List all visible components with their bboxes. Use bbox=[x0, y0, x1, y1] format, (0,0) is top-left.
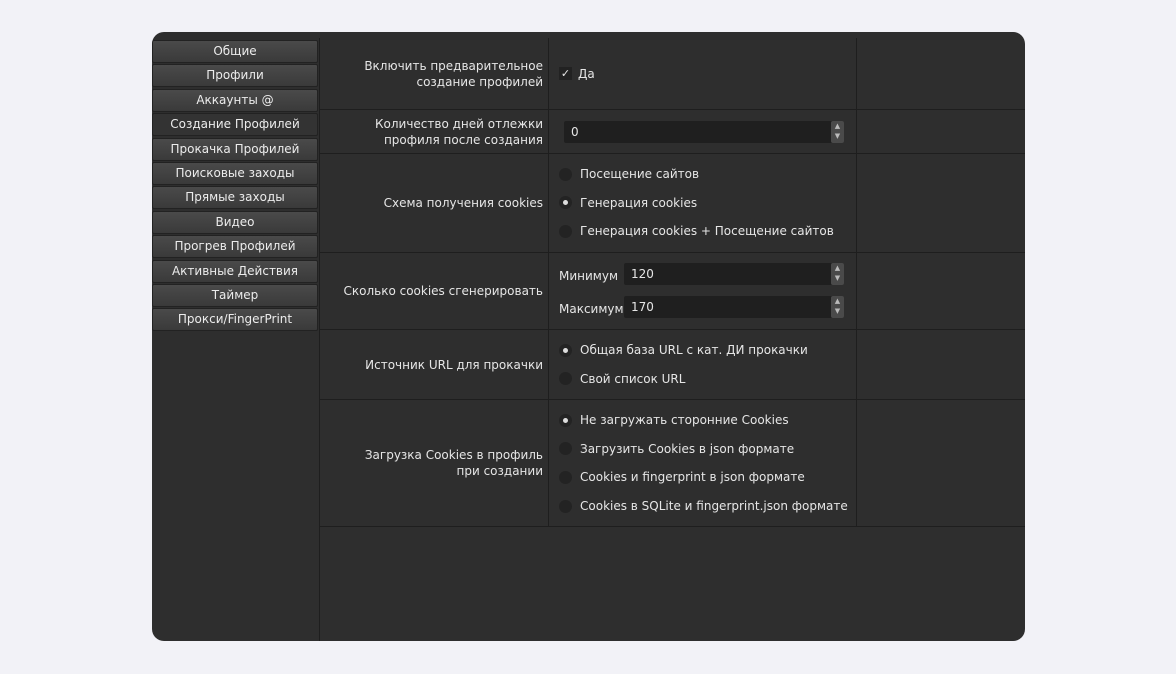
sidebar-item-profile-warmup[interactable]: Прогрев Профилей bbox=[152, 235, 318, 259]
cookie-load-option[interactable]: Cookies в SQLite и fingerprint.json форм… bbox=[559, 492, 856, 521]
radio-icon bbox=[559, 224, 572, 238]
cookie-scheme-label: Схема получения cookies bbox=[320, 154, 549, 252]
sidebar-item-general[interactable]: Общие bbox=[152, 40, 318, 63]
spin-arrows-icon[interactable]: ▲ ▼ bbox=[831, 296, 844, 318]
sidebar-item-profiles[interactable]: Профили bbox=[152, 64, 318, 88]
option-label: Cookies и fingerprint в json формате bbox=[580, 470, 805, 485]
min-label: Минимум bbox=[559, 269, 619, 283]
sidebar-item-accounts[interactable]: Аккаунты @ bbox=[152, 88, 318, 112]
min-spinbox[interactable]: 120 ▲ ▼ bbox=[624, 263, 844, 285]
radio-checked-icon bbox=[559, 196, 572, 210]
option-label: Общая база URL с кат. ДИ прокачки bbox=[580, 343, 808, 358]
pre-create-checkbox-label[interactable]: Да bbox=[578, 67, 595, 81]
cookie-load-option[interactable]: Cookies и fingerprint в json формате bbox=[559, 463, 856, 492]
option-label: Генерация cookies bbox=[580, 195, 698, 210]
settings-grid: Включить предварительное создание профил… bbox=[319, 38, 1025, 641]
cookie-scheme-option[interactable]: Генерация cookies bbox=[559, 189, 856, 218]
sidebar-item-search-visits[interactable]: Поисковые заходы bbox=[152, 161, 318, 185]
cookie-scheme-option[interactable]: Посещение сайтов bbox=[559, 160, 856, 189]
max-spinbox[interactable]: 170 ▲ ▼ bbox=[624, 296, 844, 318]
sidebar-item-proxy-fingerprint[interactable]: Прокси/FingerPrint bbox=[152, 308, 318, 332]
radio-icon bbox=[559, 442, 572, 456]
option-label: Генерация cookies + Посещение сайтов bbox=[580, 224, 834, 239]
row-cookie-count: Сколько cookies сгенерировать Минимум 12… bbox=[320, 253, 1025, 330]
pre-create-label: Включить предварительное создание профил… bbox=[320, 38, 549, 109]
max-value: 170 bbox=[631, 300, 654, 314]
option-label: Не загружать сторонние Cookies bbox=[580, 413, 789, 428]
sidebar-item-timer[interactable]: Таймер bbox=[152, 283, 318, 307]
row-cookie-scheme: Схема получения cookies Посещение сайтов… bbox=[320, 154, 1025, 253]
sidebar-item-profile-creation[interactable]: Создание Профилей bbox=[152, 113, 318, 137]
cookie-count-label: Сколько cookies сгенерировать bbox=[320, 253, 549, 329]
cookie-scheme-option[interactable]: Генерация cookies + Посещение сайтов bbox=[559, 217, 856, 246]
option-label: Посещение сайтов bbox=[580, 167, 700, 182]
radio-icon bbox=[559, 372, 572, 386]
option-label: Свой список URL bbox=[580, 371, 686, 386]
spin-arrows-icon[interactable]: ▲ ▼ bbox=[831, 121, 844, 143]
max-label: Максимум bbox=[559, 302, 624, 316]
row-url-source: Источник URL для прокачки Общая база URL… bbox=[320, 330, 1025, 400]
url-source-label: Источник URL для прокачки bbox=[320, 330, 549, 399]
sidebar-item-video[interactable]: Видео bbox=[152, 210, 318, 234]
radio-icon bbox=[559, 499, 572, 513]
option-label: Cookies в SQLite и fingerprint.json форм… bbox=[580, 499, 848, 514]
cookie-load-option[interactable]: Загрузить Cookies в json формате bbox=[559, 435, 856, 464]
row-rest-days: Количество дней отлежки профиля после со… bbox=[320, 110, 1025, 154]
sidebar-item-active-actions[interactable]: Активные Действия bbox=[152, 259, 318, 283]
radio-checked-icon bbox=[559, 343, 572, 357]
rest-days-spinbox[interactable]: 0 ▲ ▼ bbox=[564, 121, 844, 143]
sidebar-item-direct-visits[interactable]: Прямые заходы bbox=[152, 186, 318, 210]
radio-icon bbox=[559, 167, 572, 181]
min-value: 120 bbox=[631, 267, 654, 281]
url-source-option[interactable]: Свой список URL bbox=[559, 365, 856, 394]
url-source-option[interactable]: Общая база URL с кат. ДИ прокачки bbox=[559, 336, 856, 365]
rest-days-value: 0 bbox=[571, 125, 579, 139]
spin-arrows-icon[interactable]: ▲ ▼ bbox=[831, 263, 844, 285]
cookie-load-option[interactable]: Не загружать сторонние Cookies bbox=[559, 406, 856, 435]
row-cookie-load: Загрузка Cookies в профиль при создании … bbox=[320, 400, 1025, 527]
option-label: Загрузить Cookies в json формате bbox=[580, 441, 795, 456]
cookie-load-label: Загрузка Cookies в профиль при создании bbox=[320, 400, 549, 526]
pre-create-checkbox[interactable]: ✓ bbox=[559, 67, 572, 80]
sidebar: Общие Профили Аккаунты @ Создание Профил… bbox=[152, 40, 318, 333]
sidebar-item-profile-pumping[interactable]: Прокачка Профилей bbox=[152, 137, 318, 161]
radio-icon bbox=[559, 470, 572, 484]
radio-checked-icon bbox=[559, 413, 572, 427]
rest-days-label: Количество дней отлежки профиля после со… bbox=[320, 110, 549, 153]
settings-window: Общие Профили Аккаунты @ Создание Профил… bbox=[152, 32, 1025, 641]
row-pre-create: Включить предварительное создание профил… bbox=[320, 38, 1025, 110]
